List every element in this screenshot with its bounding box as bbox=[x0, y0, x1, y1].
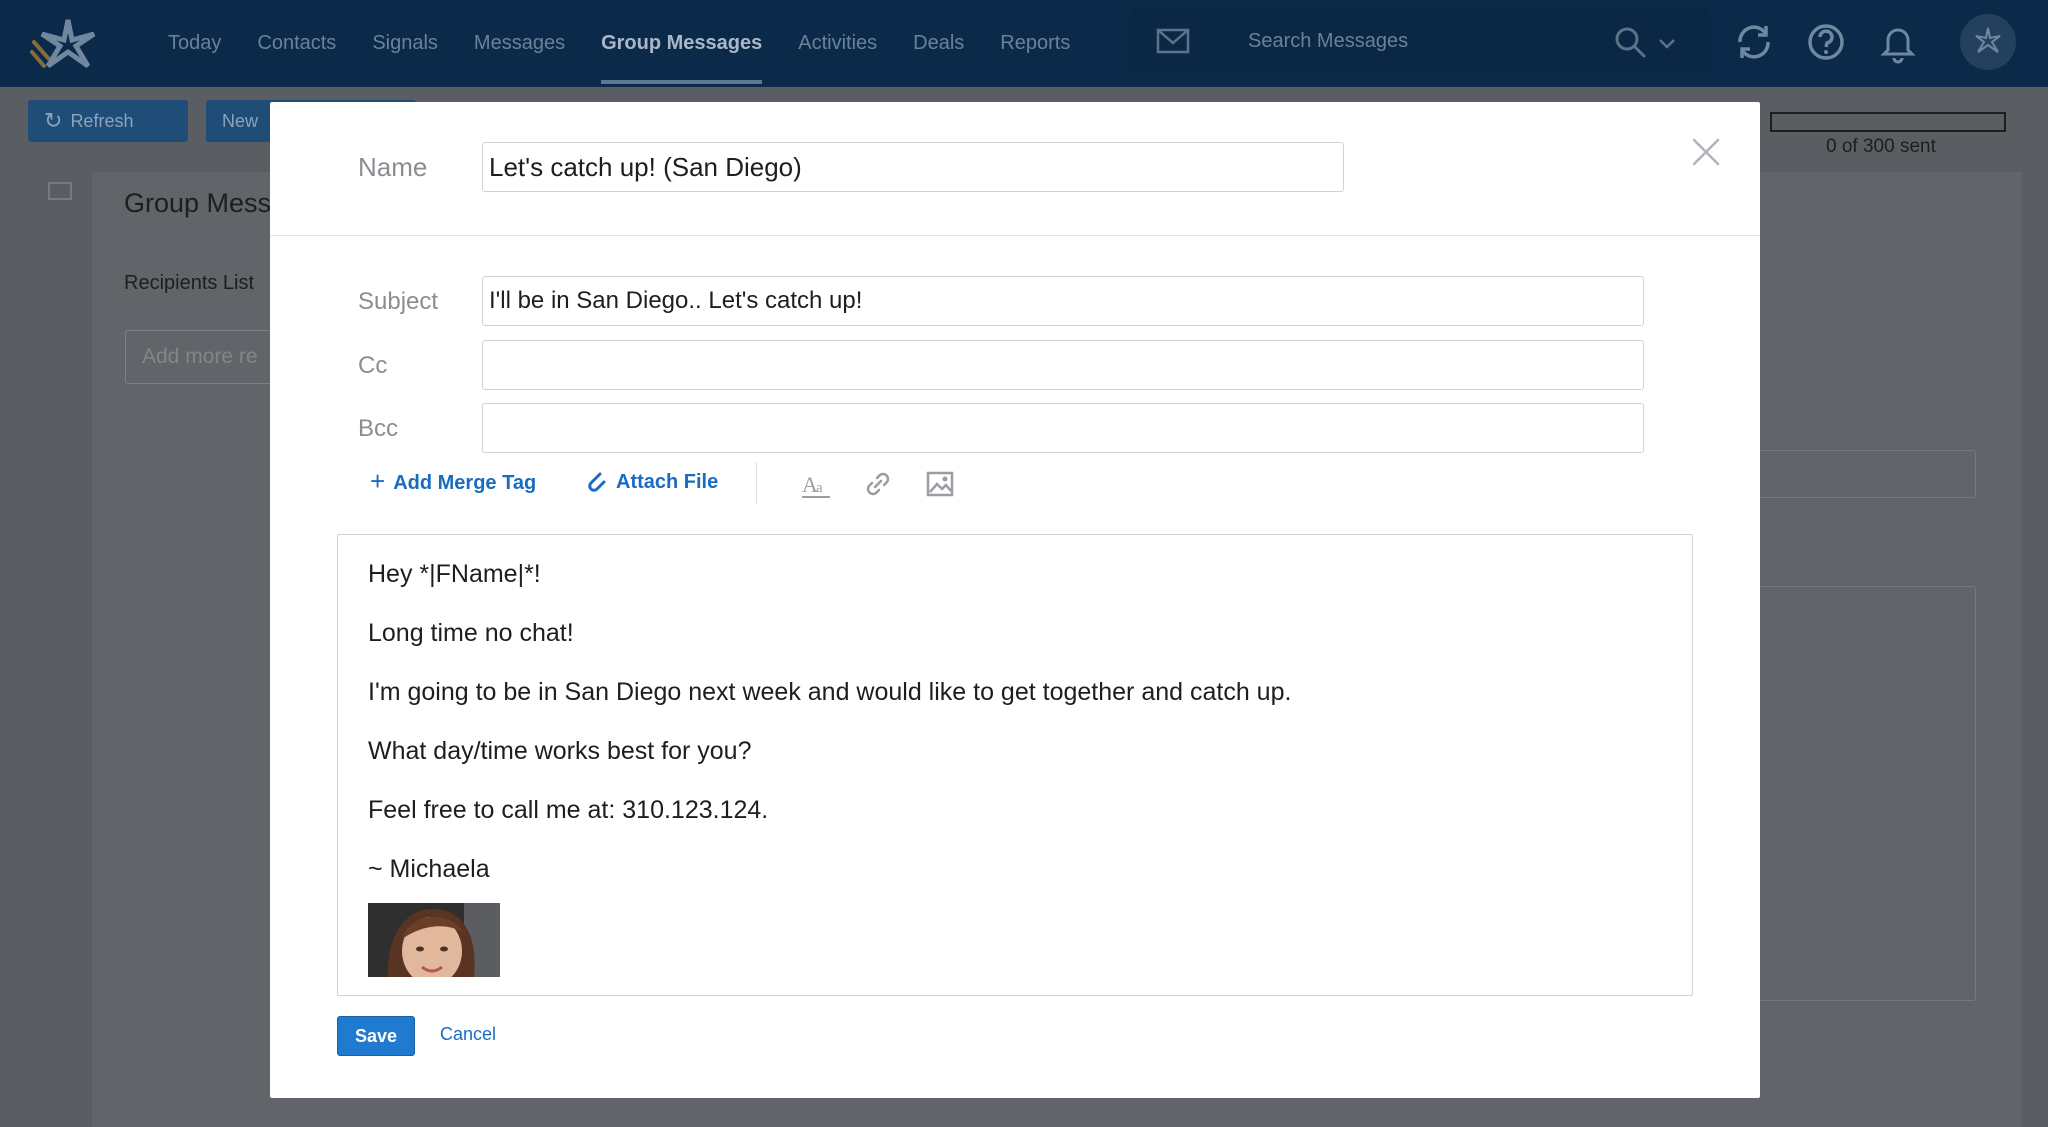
background-preview-area bbox=[1756, 586, 1976, 1001]
user-avatar[interactable] bbox=[1960, 14, 2016, 70]
message-list-icon[interactable] bbox=[46, 178, 74, 204]
name-input[interactable] bbox=[482, 142, 1344, 192]
main-nav: Today Contacts Signals Messages Group Me… bbox=[150, 0, 1088, 87]
app-logo-icon[interactable] bbox=[28, 12, 108, 72]
link-icon[interactable] bbox=[862, 468, 894, 500]
portrait-image bbox=[368, 903, 500, 977]
search-bar[interactable]: Search Messages bbox=[1130, 8, 1710, 74]
recipients-list-label: Recipients List bbox=[124, 272, 255, 294]
background-field bbox=[1756, 450, 1976, 498]
nav-item-today[interactable]: Today bbox=[150, 0, 239, 87]
text-format-icon[interactable]: A a bbox=[800, 468, 832, 500]
add-merge-tag-label: Add Merge Tag bbox=[393, 472, 537, 494]
cc-label: Cc bbox=[358, 352, 388, 379]
new-button-label: New bbox=[222, 110, 259, 131]
close-icon[interactable] bbox=[1688, 134, 1724, 170]
nav-item-messages[interactable]: Messages bbox=[456, 0, 583, 87]
nav-item-activities[interactable]: Activities bbox=[780, 0, 895, 87]
refresh-button-label: Refresh bbox=[70, 110, 134, 131]
name-label: Name bbox=[358, 152, 428, 182]
plus-icon: + bbox=[370, 466, 386, 496]
body-line: Hey *|FName|*! bbox=[368, 560, 541, 588]
bcc-label: Bcc bbox=[358, 415, 399, 442]
sync-icon[interactable] bbox=[1732, 20, 1776, 64]
body-line: What day/time works best for you? bbox=[368, 737, 752, 765]
notifications-bell-icon[interactable] bbox=[1876, 20, 1920, 64]
search-icon[interactable] bbox=[1612, 24, 1648, 60]
nimble-avatar-icon bbox=[1975, 27, 2001, 53]
body-line: I'm going to be in San Diego next week a… bbox=[368, 678, 1292, 706]
nav-item-signals[interactable]: Signals bbox=[354, 0, 456, 87]
toolbar-divider bbox=[756, 462, 757, 504]
nav-item-reports[interactable]: Reports bbox=[982, 0, 1088, 87]
body-line: Feel free to call me at: 310.123.124. bbox=[368, 796, 769, 824]
send-progress-bar bbox=[1770, 112, 2006, 132]
refresh-button[interactable]: ↻ Refresh bbox=[28, 100, 188, 142]
edit-group-message-dialog: Name Subject Cc Bcc + Add Merge Tag Atta… bbox=[270, 102, 1760, 1098]
add-merge-tag-button[interactable]: + Add Merge Tag bbox=[370, 466, 537, 497]
body-line: Long time no chat! bbox=[368, 619, 574, 647]
header-divider bbox=[270, 235, 1760, 236]
message-body-editor[interactable]: Hey *|FName|*! Long time no chat! I'm go… bbox=[337, 534, 1693, 996]
insert-image-icon[interactable] bbox=[924, 468, 956, 500]
chevron-down-icon[interactable] bbox=[1654, 30, 1680, 56]
signature-photo bbox=[368, 903, 500, 977]
attach-file-button[interactable]: Attach File bbox=[586, 470, 718, 494]
bcc-input[interactable] bbox=[482, 403, 1644, 453]
cc-input[interactable] bbox=[482, 340, 1644, 390]
save-button[interactable]: Save bbox=[337, 1016, 415, 1056]
subject-input[interactable] bbox=[482, 276, 1644, 326]
refresh-icon: ↻ bbox=[44, 108, 63, 133]
body-line: ~ Michaela bbox=[368, 855, 490, 883]
nav-item-group-messages[interactable]: Group Messages bbox=[583, 0, 780, 87]
top-navigation-bar: Today Contacts Signals Messages Group Me… bbox=[0, 0, 2048, 87]
nav-item-contacts[interactable]: Contacts bbox=[239, 0, 354, 87]
svg-text:a: a bbox=[816, 480, 823, 496]
page-title: Group Mess bbox=[124, 188, 272, 218]
help-icon[interactable] bbox=[1804, 20, 1848, 64]
cancel-button[interactable]: Cancel bbox=[440, 1024, 496, 1045]
sent-status: 0 of 300 sent bbox=[1826, 136, 1936, 157]
paperclip-icon bbox=[588, 472, 606, 492]
search-input[interactable]: Search Messages bbox=[1248, 30, 1408, 53]
attach-file-label: Attach File bbox=[616, 470, 719, 493]
subject-label: Subject bbox=[358, 288, 439, 315]
mail-icon bbox=[1156, 28, 1190, 54]
nav-item-deals[interactable]: Deals bbox=[895, 0, 982, 87]
